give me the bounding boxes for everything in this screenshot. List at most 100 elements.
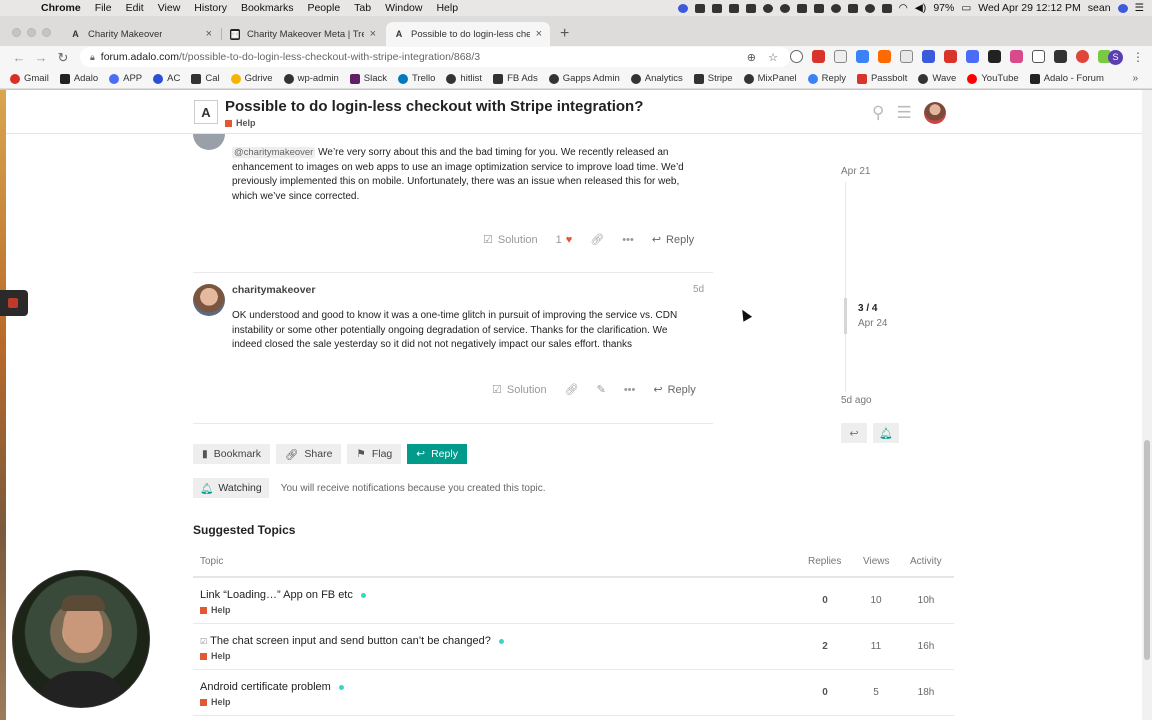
bookmark-button[interactable]: ▮ Bookmark (193, 444, 271, 464)
install-app-icon[interactable]: ⊕ (747, 51, 756, 64)
bookmark-item[interactable]: Slack (349, 73, 387, 84)
reload-icon[interactable]: ↻ (52, 50, 74, 66)
battery-icon[interactable]: ▭ (961, 2, 971, 14)
more-actions-button[interactable]: ••• (624, 384, 636, 396)
menubar-clock[interactable]: Wed Apr 29 12:12 PM (978, 2, 1081, 14)
adalo-logo[interactable]: A (194, 100, 218, 124)
topic-category-badge[interactable]: Help (200, 605, 231, 615)
post-avatar[interactable] (193, 284, 225, 316)
tray-icon[interactable] (728, 3, 739, 13)
pocket-icon[interactable] (834, 50, 847, 63)
solution-button[interactable]: ☑ Solution (492, 383, 547, 397)
timeline-reply-icon[interactable]: ↩ (841, 423, 867, 443)
bookmark-item[interactable]: AC (153, 73, 180, 84)
tray-icon[interactable] (847, 3, 858, 13)
topic-category-badge[interactable]: Help (225, 118, 256, 128)
battery-percent[interactable]: 97% (933, 2, 954, 14)
like-button[interactable]: 1 ♥ (556, 234, 573, 246)
address-bar[interactable]: 🔒︎ forum.adalo.com/t/possible-to-do-logi… (80, 47, 790, 67)
topic-link[interactable]: Android certificate problem (200, 681, 344, 693)
more-actions-button[interactable]: ••• (622, 234, 634, 246)
extension-icon[interactable] (812, 50, 825, 63)
timeline-start-date[interactable]: Apr 21 (841, 166, 870, 177)
bookmark-item[interactable]: Stripe (693, 73, 733, 84)
tray-icon[interactable] (745, 3, 756, 13)
close-tab-icon[interactable]: × (530, 28, 542, 40)
tab-forum-active[interactable]: A Possible to do login-less check × (386, 22, 550, 46)
volume-icon[interactable]: ◀) (915, 2, 927, 14)
tray-icon[interactable] (796, 3, 807, 13)
solution-button[interactable]: ☑ Solution (483, 233, 538, 247)
user-avatar[interactable] (923, 102, 946, 124)
bookmark-item[interactable]: Analytics (630, 73, 683, 84)
menu-people[interactable]: People (300, 2, 347, 14)
menu-bookmarks[interactable]: Bookmarks (234, 2, 301, 14)
bookmark-item[interactable]: Reply (807, 73, 846, 84)
more-bookmarks-icon[interactable]: » (1132, 73, 1138, 84)
copy-link-button[interactable]: 🔗︎ (565, 383, 579, 396)
lock-icon[interactable]: 🔒︎ (90, 52, 95, 63)
table-row[interactable]: Link “Loading…” App on FB etc Help 0 10 … (193, 578, 954, 624)
table-row[interactable]: ☑ The chat screen input and send button c… (193, 624, 954, 670)
bookmark-item[interactable]: MixPanel (743, 73, 797, 84)
edit-button[interactable]: ✎ (597, 383, 606, 396)
bookmark-item[interactable]: Cal (191, 73, 220, 84)
profile-avatar[interactable]: S (1108, 50, 1123, 65)
siri-icon[interactable] (1117, 3, 1128, 13)
tray-icon[interactable] (779, 3, 790, 13)
close-window-button[interactable] (12, 28, 21, 37)
bookmark-item[interactable]: FB Ads (493, 73, 538, 84)
bookmark-item[interactable]: Trello (398, 73, 435, 84)
table-row[interactable]: Android certificate problem Help 0 5 18h (193, 670, 954, 716)
menu-edit[interactable]: Edit (119, 2, 151, 14)
bookmark-item[interactable]: Passbolt (856, 73, 907, 84)
bookmark-item[interactable]: hitlist (446, 73, 482, 84)
activity-time[interactable]: 18h (906, 687, 946, 698)
post-username[interactable]: charitymakeover (232, 284, 315, 296)
post-avatar[interactable] (193, 134, 225, 150)
tab-charity-makeover[interactable]: A Charity Makeover × (62, 22, 220, 46)
zoom-window-button[interactable] (42, 28, 51, 37)
translate-icon[interactable] (966, 50, 979, 63)
post-date[interactable]: 5d (693, 284, 704, 295)
menu-tab[interactable]: Tab (347, 2, 378, 14)
page-scrollbar[interactable] (1142, 90, 1152, 720)
topic-category-badge[interactable]: Help (200, 651, 231, 661)
chrome-menu-icon[interactable]: ⋮ (1132, 50, 1144, 64)
topic-link[interactable]: ☑ The chat screen input and send button c… (200, 635, 504, 647)
bookmark-item[interactable]: Adalo (59, 73, 98, 84)
menu-view[interactable]: View (151, 2, 188, 14)
dropbox-icon[interactable] (711, 3, 722, 13)
menu-help[interactable]: Help (429, 2, 465, 14)
search-icon[interactable]: ⚲ (872, 103, 884, 123)
menu-file[interactable]: File (88, 2, 119, 14)
bookmark-item[interactable]: Wave (918, 73, 956, 84)
bluetooth-icon[interactable] (881, 3, 892, 13)
menu-history[interactable]: History (187, 2, 234, 14)
extension-icon[interactable] (944, 50, 957, 63)
scrollbar-thumb[interactable] (1144, 440, 1150, 660)
topic-title[interactable]: Possible to do login-less checkout with … (225, 98, 643, 115)
extension-icon[interactable] (1054, 50, 1067, 63)
watching-button[interactable]: 🔔︎ Watching (193, 478, 269, 498)
share-button[interactable]: 🔗︎ Share (276, 444, 342, 464)
tray-icon[interactable] (813, 3, 824, 13)
timeline-end-date[interactable]: 5d ago (841, 395, 872, 406)
screen-recorder-widget[interactable] (0, 290, 28, 316)
topic-reply-button[interactable]: ↩ Reply (407, 444, 467, 464)
bookmark-star-icon[interactable]: ☆ (768, 51, 778, 64)
close-tab-icon[interactable]: × (364, 28, 376, 40)
reply-button[interactable]: ↩ Reply (653, 383, 695, 397)
extension-icon[interactable] (1010, 50, 1023, 63)
time-machine-icon[interactable] (864, 3, 875, 13)
bookmark-item[interactable]: Adalo - Forum (1029, 73, 1104, 84)
topic-category-badge[interactable]: Help (200, 697, 231, 707)
copy-link-button[interactable]: 🔗︎ (590, 233, 604, 246)
extension-icon[interactable] (790, 50, 803, 63)
bookmark-item[interactable]: Gmail (10, 73, 49, 84)
extension-icon[interactable] (922, 50, 935, 63)
bookmark-item[interactable]: Gdrive (230, 73, 273, 84)
control-center-icon[interactable]: ☰ (1135, 2, 1144, 14)
timeline-track[interactable] (845, 182, 846, 392)
activity-time[interactable]: 16h (906, 641, 946, 652)
